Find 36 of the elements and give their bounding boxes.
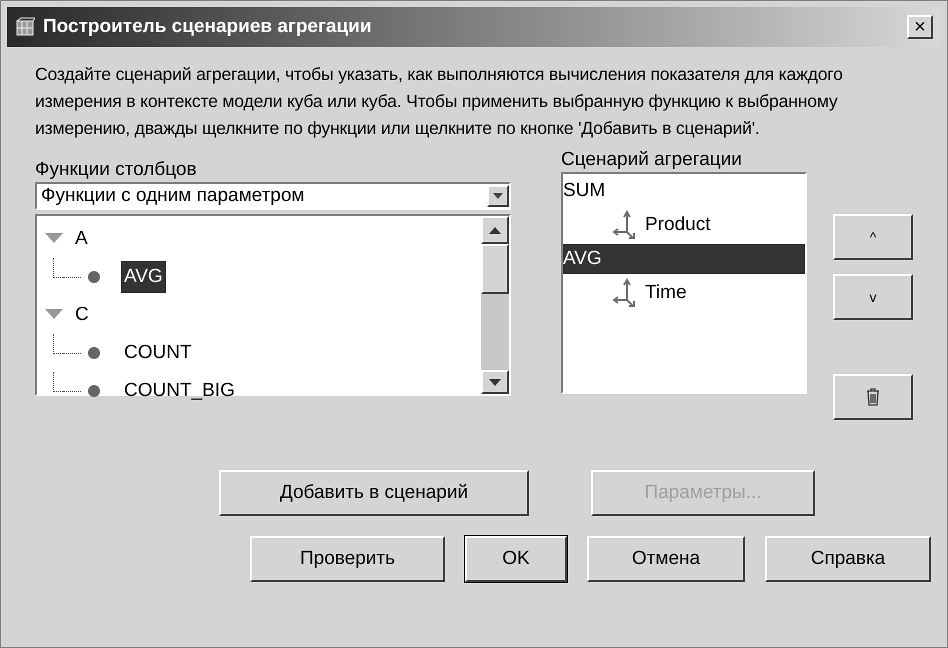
bullet-icon bbox=[87, 270, 101, 284]
scroll-up-icon[interactable] bbox=[481, 216, 509, 244]
bullet-icon bbox=[87, 346, 101, 360]
section-label: Сценарий агрегации bbox=[561, 148, 743, 172]
dimension-label: Product bbox=[645, 212, 710, 237]
move-up-button[interactable]: ^ bbox=[833, 214, 913, 260]
expanded-triangle-icon[interactable] bbox=[45, 309, 63, 321]
function-item[interactable]: AVG bbox=[121, 260, 166, 294]
delete-button[interactable] bbox=[833, 374, 913, 420]
window-title: Построитель сценариев агрегации bbox=[43, 14, 373, 39]
dimension-label: Time bbox=[645, 280, 687, 305]
group-label: A bbox=[75, 226, 88, 251]
add-to-scenario-button[interactable]: Добавить в сценарий bbox=[219, 470, 529, 516]
dialog-button[interactable]: Справка bbox=[765, 536, 931, 582]
close-button[interactable]: × bbox=[907, 15, 933, 39]
function-dropdown[interactable]: Функции с одним параметром bbox=[35, 182, 511, 210]
trash-icon bbox=[866, 388, 880, 406]
dialog-button[interactable]: Проверить bbox=[250, 536, 445, 582]
section-label: Функции столбцов bbox=[35, 158, 198, 182]
dialog-button[interactable]: OK bbox=[465, 536, 567, 582]
axes-icon bbox=[611, 278, 637, 308]
description-text: Создайте сценарий агрегации, чтобы указать, как выполняются вычисления показателя для каждого измерения в контексте модели куба или куба. Чтобы применить выбранную функцию к выбранному измерению, дважды щелкните по функции или щелкните по кнопке 'Добавить в сценарий'. bbox=[35, 63, 844, 140]
scroll-thumb[interactable] bbox=[481, 244, 509, 294]
move-down-button[interactable]: v bbox=[833, 274, 913, 320]
scroll-down-icon[interactable] bbox=[481, 370, 509, 394]
cube-icon bbox=[15, 17, 35, 37]
axes-icon bbox=[611, 210, 637, 240]
scenario-item[interactable]: SUM bbox=[563, 176, 805, 206]
group-label: C bbox=[75, 302, 89, 327]
bullet-icon bbox=[87, 384, 101, 398]
dialog-button[interactable]: Отмена bbox=[587, 536, 745, 582]
function-item[interactable]: COUNT bbox=[121, 336, 195, 370]
expanded-triangle-icon[interactable] bbox=[45, 233, 63, 245]
scrollbar[interactable] bbox=[481, 216, 509, 394]
function-item[interactable]: COUNT_BIG bbox=[121, 374, 238, 408]
scenario-item[interactable]: AVG bbox=[563, 244, 805, 274]
